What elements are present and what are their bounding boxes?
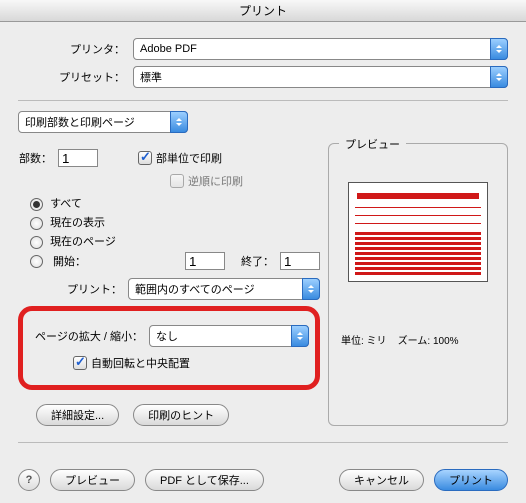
chevron-updown-icon — [302, 278, 320, 300]
printwhat-value: 範囲内のすべてのページ — [135, 281, 255, 297]
window-title: プリント — [0, 0, 526, 22]
range-currentview-radio[interactable]: 現在の表示 — [30, 214, 320, 230]
scaling-select[interactable]: なし — [149, 325, 309, 347]
preview-button[interactable]: プレビュー — [50, 469, 135, 491]
range-to-input[interactable] — [280, 252, 320, 270]
help-button[interactable]: ? — [18, 469, 40, 491]
range-all-radio[interactable]: すべて — [30, 195, 320, 211]
scaling-value: なし — [156, 328, 178, 344]
preset-label: プリセット： — [18, 69, 133, 85]
radio-icon — [30, 255, 43, 268]
chevron-updown-icon — [490, 66, 508, 88]
copies-input[interactable] — [58, 149, 98, 167]
preview-panel: プレビュー 297 209.9 単位: ミリ ズーム: 100% — [328, 143, 508, 426]
chevron-updown-icon — [291, 325, 309, 347]
printer-label: プリンタ： — [18, 41, 133, 57]
checkbox-icon — [138, 151, 152, 165]
autorotate-label: 自動回転と中央配置 — [91, 355, 190, 371]
scaling-label: ページの拡大 / 縮小： — [29, 328, 149, 344]
chevron-updown-icon — [490, 38, 508, 60]
range-from-input[interactable] — [185, 252, 225, 270]
range-to-label: 終了： — [241, 253, 274, 269]
units-label: 単位: ミリ — [341, 336, 387, 347]
checkbox-icon — [170, 174, 184, 188]
autorotate-checkbox[interactable]: 自動回転と中央配置 — [73, 355, 190, 371]
radio-icon — [30, 236, 43, 249]
range-currentpage-label: 現在のページ — [50, 236, 116, 248]
section-value: 印刷部数と印刷ページ — [25, 114, 135, 130]
save-pdf-button[interactable]: PDF として保存... — [145, 469, 264, 491]
printwhat-select[interactable]: 範囲内のすべてのページ — [128, 278, 320, 300]
printer-value: Adobe PDF — [140, 43, 197, 55]
checkbox-icon — [73, 356, 87, 370]
preview-title: プレビュー — [339, 136, 406, 152]
hints-button[interactable]: 印刷のヒント — [133, 404, 229, 426]
collate-label: 部単位で印刷 — [156, 150, 222, 166]
highlight-annotation: ページの拡大 / 縮小： なし 自動回転と中央配置 — [18, 306, 320, 390]
zoom-label: ズーム: 100% — [398, 336, 459, 347]
preset-select[interactable]: 標準 — [133, 66, 508, 88]
printwhat-label: プリント： — [18, 281, 128, 297]
copies-label: 部数： — [18, 150, 58, 166]
radio-icon — [30, 217, 43, 230]
cancel-button[interactable]: キャンセル — [339, 469, 424, 491]
page-thumbnail: 209.9 — [348, 182, 488, 282]
advanced-button[interactable]: 詳細設定... — [36, 404, 119, 426]
reverse-checkbox[interactable]: 逆順に印刷 — [170, 173, 243, 189]
section-select[interactable]: 印刷部数と印刷ページ — [18, 111, 188, 133]
print-button[interactable]: プリント — [434, 469, 508, 491]
range-from-label: 開始： — [53, 253, 86, 269]
collate-checkbox[interactable]: 部単位で印刷 — [138, 150, 222, 166]
printer-select[interactable]: Adobe PDF — [133, 38, 508, 60]
radio-icon — [30, 198, 43, 211]
reverse-label: 逆順に印刷 — [188, 173, 243, 189]
range-currentview-label: 現在の表示 — [50, 217, 105, 229]
chevron-updown-icon — [170, 111, 188, 133]
range-fromto-radio[interactable]: 開始： 終了： — [30, 252, 320, 270]
range-currentpage-radio[interactable]: 現在のページ — [30, 233, 320, 249]
preset-value: 標準 — [140, 69, 162, 85]
range-all-label: すべて — [50, 198, 82, 210]
